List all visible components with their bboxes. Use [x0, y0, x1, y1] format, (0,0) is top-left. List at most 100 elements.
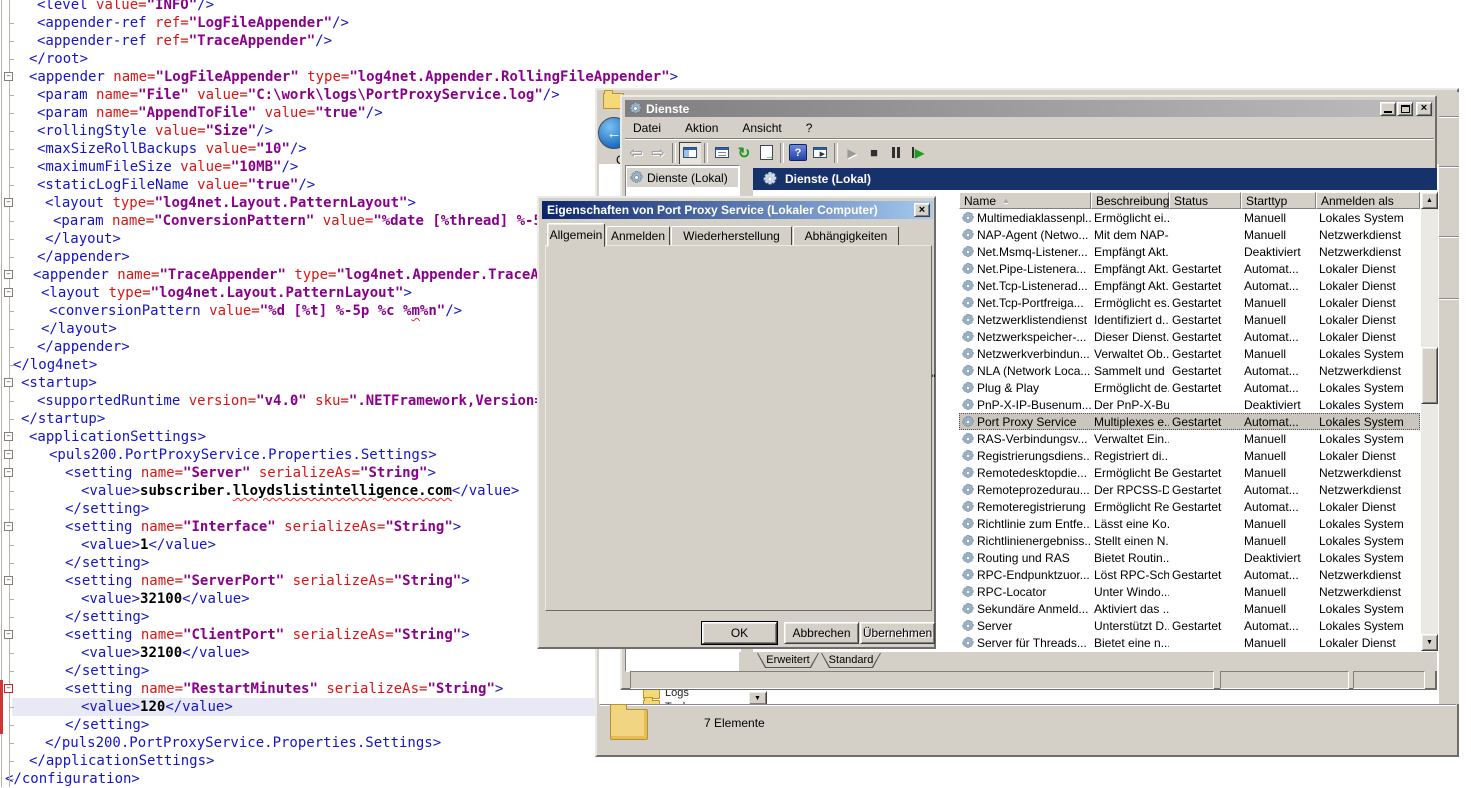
service-row[interactable]: Net.Tcp-Listenerad...Empfängt Akt...Gest… [959, 277, 1420, 294]
fold-collapse-box[interactable]: − [4, 684, 13, 693]
ok-button[interactable]: OK [702, 622, 777, 644]
service-row[interactable]: RAS-Verbindungsv...Verwaltet Ein...Manue… [959, 430, 1420, 447]
column-header-status[interactable]: Status [1169, 192, 1241, 209]
fold-collapse-box[interactable]: − [4, 72, 13, 81]
start-service-button[interactable]: ▶ [841, 142, 863, 164]
tab-wiederherstellung[interactable]: Wiederherstellung [671, 226, 792, 246]
refresh-button[interactable]: ↻ [733, 142, 755, 164]
service-row[interactable]: Multimediaklassenpl...Ermöglicht ei...Ma… [959, 209, 1420, 226]
dropdown-button[interactable]: ▼ [748, 691, 767, 705]
gutter-tick [9, 59, 14, 60]
code-line[interactable]: <appender-ref ref="LogFileAppender"/> [4, 14, 1471, 32]
column-header-anmelden-als[interactable]: Anmelden als [1316, 192, 1420, 209]
help-button[interactable]: ? [787, 142, 809, 164]
fold-collapse-box[interactable]: − [4, 378, 13, 387]
service-cell: Lokaler Dienst [1316, 262, 1420, 276]
export-list-button[interactable]: → [755, 142, 777, 164]
fold-collapse-box[interactable]: − [4, 522, 13, 531]
service-row[interactable]: Plug & PlayErmöglicht de...GestartetAuto… [959, 379, 1420, 396]
menu-help[interactable]: ? [798, 119, 821, 137]
service-row[interactable]: RemoteregistrierungErmöglicht Re...Gesta… [959, 498, 1420, 515]
apply-button[interactable]: Übernehmen [860, 622, 935, 644]
list-scrollbar[interactable]: ▲ ▼ [1421, 192, 1438, 651]
column-header-beschreibung[interactable]: Beschreibung [1091, 192, 1169, 209]
minimize-button[interactable] [1380, 102, 1396, 116]
service-row[interactable]: Routing und RASBietet Routin...Deaktivie… [959, 549, 1420, 566]
dialog-titlebar[interactable]: Eigenschaften von Port Proxy Service (Lo… [542, 201, 933, 219]
gutter-tick [9, 563, 14, 564]
service-row[interactable]: Registrierungsdiens...Registriert di...M… [959, 447, 1420, 464]
code-line[interactable]: <appender-ref ref="TraceAppender"/> [4, 32, 1471, 50]
code-line[interactable]: </root> [4, 50, 1471, 68]
fold-collapse-box[interactable]: − [4, 270, 13, 279]
service-row[interactable]: Server für Threads...Bietet eine n...Man… [959, 634, 1420, 651]
gutter-tick [9, 671, 14, 672]
banner-title: Dienste (Lokal) [785, 172, 871, 186]
menu-datei[interactable]: Datei [625, 119, 669, 137]
service-cell: Empfängt Akt... [1091, 279, 1169, 293]
close-button[interactable]: × [914, 203, 930, 217]
fold-collapse-box[interactable]: − [4, 432, 13, 441]
service-row[interactable]: Richtlinienergebniss...Stellt einen N...… [959, 532, 1420, 549]
service-row[interactable]: RPC-LocatorUnter Windo...ManuellNetzwerk… [959, 583, 1420, 600]
maximize-button[interactable] [1397, 102, 1413, 116]
scroll-up-button[interactable]: ▲ [1421, 192, 1438, 209]
tab-anmelden[interactable]: Anmelden [606, 226, 670, 246]
fold-collapse-box[interactable]: − [4, 288, 13, 297]
extended-view-button[interactable] [809, 142, 831, 164]
code-folding-gutter[interactable]: − − − − − − − − − − − − [0, 0, 18, 787]
restart-service-button[interactable]: ▶ [907, 142, 929, 164]
cancel-button[interactable]: Abbrechen [784, 622, 859, 644]
service-row[interactable]: Remotedesktopdie...Ermöglicht Be...Gesta… [959, 464, 1420, 481]
tab-erweitert[interactable]: Erweitert [757, 653, 819, 668]
fold-collapse-box[interactable]: − [4, 630, 13, 639]
service-row[interactable]: NetzwerklistendienstIdentifiziert d...Ge… [959, 311, 1420, 328]
status-bar-segment [1220, 671, 1349, 689]
close-button[interactable]: × [1416, 102, 1432, 116]
column-header-name[interactable]: Name ▲ [959, 192, 1091, 209]
service-row[interactable]: Net.Pipe-Listenera...Empfängt Akt...Gest… [959, 260, 1420, 277]
fold-collapse-box[interactable]: − [4, 198, 13, 207]
close-icon: × [1421, 103, 1427, 114]
service-row[interactable]: Net.Msmq-Listener...Empfängt Akt...Deakt… [959, 243, 1420, 260]
service-cell: Der PnP-X-Bu... [1091, 398, 1169, 412]
tab-abhaengigkeiten[interactable]: Abhängigkeiten [793, 226, 899, 246]
column-header-starttyp[interactable]: Starttyp [1241, 192, 1316, 209]
gear-icon [962, 314, 974, 326]
service-row[interactable]: Netzwerkverbindun...Verwaltet Ob...Gesta… [959, 345, 1420, 362]
service-row[interactable]: Netzwerkspeicher-...Dieser Dienst...Gest… [959, 328, 1420, 345]
service-row[interactable]: Net.Tcp-Portfreiga...Ermöglicht es...Ges… [959, 294, 1420, 311]
scrollbar-thumb[interactable] [1421, 347, 1438, 404]
service-row[interactable]: ServerUnterstützt D...GestartetAutomat..… [959, 617, 1420, 634]
pause-service-button[interactable] [885, 142, 907, 164]
service-row[interactable]: RPC-Endpunktzuor...Löst RPC-Sch...Gestar… [959, 566, 1420, 583]
tree-node-dienste-lokal[interactable]: Dienste (Lokal) [627, 168, 738, 187]
fold-collapse-box[interactable]: − [4, 468, 13, 477]
fold-collapse-box[interactable]: − [4, 576, 13, 585]
stop-service-button[interactable]: ■ [863, 142, 885, 164]
tab-standard[interactable]: Standard [821, 653, 881, 668]
divider [1439, 298, 1459, 300]
back-button[interactable]: ⇦ [625, 142, 647, 164]
properties-button[interactable] [711, 142, 733, 164]
code-line[interactable]: <appender name="LogFileAppender" type="l… [4, 68, 1471, 86]
service-row[interactable]: Sekundäre Anmeld...Aktiviert das ...Manu… [959, 600, 1420, 617]
service-row[interactable]: NAP-Agent (Netwo...Mit dem NAP-...Manuel… [959, 226, 1420, 243]
service-row[interactable]: Remoteprozedurau...Der RPCSS-Di...Gestar… [959, 481, 1420, 498]
code-line[interactable]: </configuration> [4, 770, 1471, 788]
fold-collapse-box[interactable]: − [4, 450, 13, 459]
service-cell: Lokales System [1316, 619, 1420, 633]
service-row[interactable]: Richtlinie zum Entfe...Lässt eine Ko...M… [959, 515, 1420, 532]
service-row[interactable]: Port Proxy ServiceMultiplexes e...Gestar… [959, 413, 1420, 430]
tab-allgemein[interactable]: Allgemein [547, 223, 605, 247]
gutter-tick [9, 347, 14, 348]
toggle-console-tree-button[interactable] [679, 142, 701, 164]
menu-aktion[interactable]: Aktion [677, 119, 726, 137]
services-titlebar[interactable]: Dienste × [625, 100, 1434, 117]
menu-ansicht[interactable]: Ansicht [734, 119, 789, 137]
forward-button[interactable]: ⇨ [647, 142, 669, 164]
service-row[interactable]: NLA (Network Loca...Sammelt und ...Gesta… [959, 362, 1420, 379]
code-line[interactable]: <level value="INFO"/> [4, 0, 1471, 14]
scroll-down-button[interactable]: ▼ [1421, 634, 1438, 651]
service-row[interactable]: PnP-X-IP-Busenum...Der PnP-X-Bu...Deakti… [959, 396, 1420, 413]
